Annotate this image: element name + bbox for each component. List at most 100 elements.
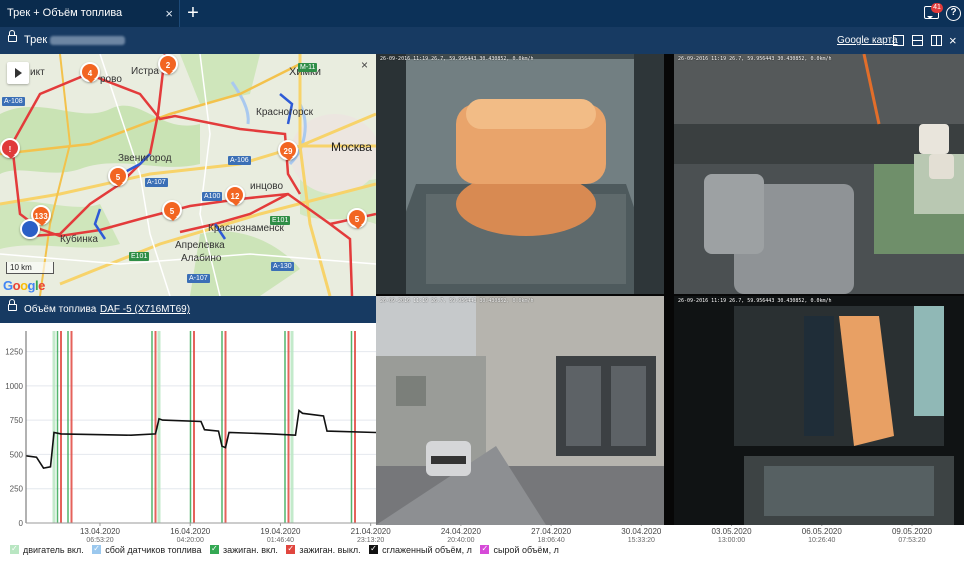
stop-marker[interactable]: 2 — [158, 54, 178, 75]
ignition-off-bar — [354, 331, 356, 523]
x-tick-date: 19.04.2020 — [260, 527, 301, 536]
camera-osd: 26-09-2016 11:19 26.7, 59.956443 30.4308… — [678, 56, 832, 62]
add-tab-button[interactable]: + — [183, 2, 203, 24]
x-tick-date: 06.05.2020 — [802, 527, 843, 536]
x-tick-time: 10:26:40 — [808, 537, 835, 544]
checkbox-icon[interactable] — [369, 544, 379, 554]
ignition-on-bar — [189, 331, 192, 523]
y-tick-label: 1250 — [5, 348, 23, 357]
camera-grid: 26-09-2016 11:19 26.7, 59.956443 30.4308… — [376, 54, 964, 525]
checkbox-icon[interactable] — [480, 544, 490, 554]
ignition-off-bar — [224, 331, 227, 523]
map-label-aprelevka: Апрелевка — [175, 240, 225, 251]
ignition-on-bar — [56, 331, 59, 523]
lock-icon[interactable] — [8, 299, 17, 311]
x-tick-date: 13.04.2020 — [80, 527, 121, 536]
checkbox-icon[interactable] — [286, 544, 296, 554]
legend-item-ignition-on[interactable]: зажиган. вкл. — [210, 544, 278, 555]
map-label-kubinka: Кубинка — [60, 234, 98, 245]
fuel-panel-header: Объём топлива DAF -5 (Х716МТ69) — [0, 296, 376, 323]
lock-icon[interactable] — [8, 30, 17, 42]
camera-view-2[interactable]: 26-09-2016 11:19 26.7, 59.956443 30.4308… — [674, 54, 964, 294]
map-label-istra: Истра — [131, 66, 159, 77]
checkbox-icon[interactable] — [92, 544, 102, 554]
split-rows-icon[interactable] — [912, 35, 923, 46]
x-tick-date: 09.05.2020 — [892, 527, 933, 536]
x-tick-time: 01:46:40 — [267, 537, 294, 544]
track-close-icon[interactable]: × — [949, 27, 957, 54]
engine-on-bar — [290, 331, 294, 523]
vehicle-icon[interactable] — [20, 219, 40, 239]
ignition-on-bar — [221, 331, 223, 523]
camera-osd: 26-09-2016 11:19 26.7, 59.956443 30.4308… — [380, 56, 534, 62]
legend-item-smoothed-volume[interactable]: сглаженный объём, л — [369, 544, 472, 555]
stop-marker[interactable]: 12 — [225, 185, 245, 206]
map-label-alabino: Алабино — [181, 253, 222, 264]
stop-marker[interactable]: 4 — [80, 62, 100, 83]
split-columns-icon[interactable] — [931, 35, 942, 46]
google-map-link[interactable]: Google карта — [837, 27, 898, 54]
legend-item-sensor-fault[interactable]: сбой датчиков топлива — [92, 544, 202, 555]
camera-view-3[interactable]: 26-09-2016 11:19 26.7, 59.956443 30.4308… — [376, 296, 664, 525]
x-tick-time: 07:53:20 — [898, 537, 925, 544]
tab-close-icon[interactable]: × — [165, 0, 173, 27]
engine-on-bar — [52, 331, 56, 523]
x-tick-date: 24.04.2020 — [441, 527, 482, 536]
x-tick-date: 16.04.2020 — [170, 527, 211, 536]
google-logo: Google — [3, 278, 45, 293]
track-title: Трек — [24, 34, 48, 46]
ignition-off-bar — [60, 331, 62, 523]
x-tick-time: 23:13:20 — [357, 537, 384, 544]
x-tick-date: 03.05.2020 — [712, 527, 753, 536]
road-shield: E101 — [270, 216, 291, 225]
map-label-ikt: икт — [30, 67, 45, 78]
track-vehicle-name-blurred — [50, 36, 125, 45]
alert-marker[interactable]: ! — [0, 138, 20, 159]
checkbox-icon[interactable] — [10, 544, 19, 554]
map-label-moskva: Москва — [331, 140, 372, 154]
tab-bar: Трек + Объём топлива × + 41 ? — [0, 0, 964, 27]
fuel-vehicle-link[interactable]: DAF -5 (Х716МТ69) — [100, 296, 190, 323]
legend-item-engine-on[interactable]: двигатель вкл. — [10, 544, 84, 555]
ignition-off-bar — [154, 331, 157, 523]
legend-item-raw-volume[interactable]: сырой объём, л — [480, 544, 559, 555]
map-label-pavlovo: рово — [100, 74, 122, 85]
ignition-off-bar — [70, 331, 73, 523]
checkbox-icon[interactable] — [210, 544, 220, 554]
camera-view-4[interactable]: 26-09-2016 11:19 26.7, 59.956443 30.4308… — [674, 296, 964, 525]
x-tick-time: 15:33:20 — [628, 537, 655, 544]
road-shield: A100 — [202, 192, 223, 201]
road-shield: A-107 — [145, 178, 168, 187]
x-tick-time: 18:06:40 — [537, 537, 564, 544]
road-shield: A-106 — [228, 156, 251, 165]
ignition-off-bar — [287, 331, 290, 523]
x-tick-date: 21.04.2020 — [351, 527, 392, 536]
tab-title: Трек + Объём топлива — [7, 7, 123, 19]
chart-legend: двигатель вкл. сбой датчиков топлива заж… — [10, 544, 565, 559]
help-icon[interactable]: ? — [946, 6, 961, 21]
y-tick-label: 1000 — [5, 382, 23, 391]
fleet-monitoring-app: Трек + Объём топлива × + 41 ? Трек Googl… — [0, 0, 964, 563]
camera-view-1[interactable]: 26-09-2016 11:19 26.7, 59.956443 30.4308… — [376, 54, 664, 294]
camera-osd: 26-09-2016 11:19 26.7, 59.956443 30.4308… — [380, 298, 534, 304]
stop-marker[interactable]: 5 — [108, 166, 128, 187]
road-shield: E101 — [129, 252, 150, 261]
map-label-zvenigorod: Звенигород — [118, 153, 172, 164]
stop-marker[interactable]: 29 — [278, 140, 298, 161]
road-shield: A-107 — [187, 274, 210, 283]
ignition-off-bar — [193, 331, 195, 523]
road-shield: A-108 — [2, 97, 25, 106]
x-tick-time: 20:40:00 — [447, 537, 474, 544]
play-track-button[interactable] — [7, 62, 29, 84]
legend-item-ignition-off[interactable]: зажиган. выкл. — [286, 544, 361, 555]
track-map[interactable]: Химки Москва Красногорск Звенигород Истр… — [0, 54, 376, 296]
window-icon[interactable] — [893, 35, 904, 46]
ignition-on-bar — [67, 331, 69, 523]
stop-marker[interactable]: 5 — [347, 208, 367, 229]
tab-track-fuel[interactable]: Трек + Объём топлива × — [0, 0, 180, 27]
y-tick-label: 250 — [10, 485, 24, 494]
map-close-icon[interactable]: × — [361, 58, 368, 72]
stop-marker[interactable]: 5 — [162, 200, 182, 221]
plot-area — [26, 331, 376, 523]
y-tick-label: 500 — [10, 450, 24, 459]
